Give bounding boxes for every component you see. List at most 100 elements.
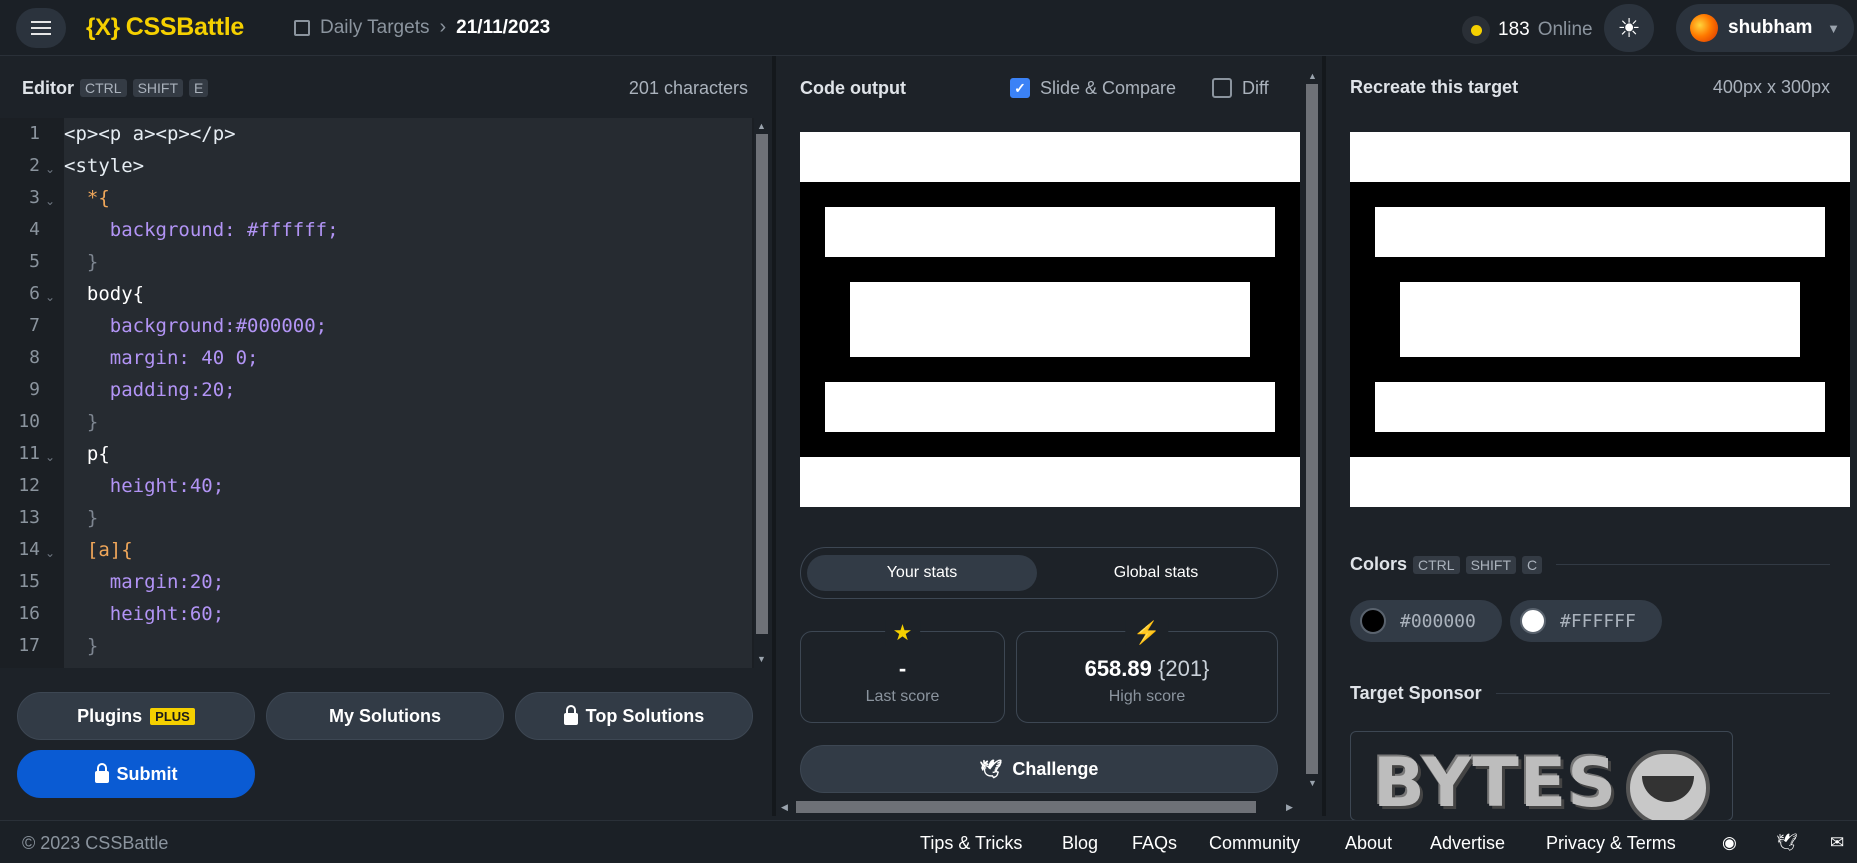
theme-toggle-button[interactable]: ☀ [1604,4,1654,52]
code-line[interactable]: <p><p a><p></p> [64,118,236,150]
footer: © 2023 CSSBattle Tips & Tricks Blog FAQs… [0,820,1857,863]
fold-chevron-icon[interactable]: ⌄ [45,534,55,566]
divider [1556,564,1830,565]
code-line[interactable]: <style> [64,150,144,182]
diff-toggle[interactable]: Diff [1212,78,1269,99]
output-block [800,457,1300,507]
scroll-left-icon[interactable]: ◀ [781,802,788,813]
footer-link-community[interactable]: Community [1209,833,1300,854]
tab-your-stats[interactable]: Your stats [807,555,1037,591]
logo[interactable]: {X} CSSBattle [86,13,244,42]
target-header: Recreate this target 400px x 300px [1350,68,1830,108]
code-line[interactable]: margin:20; [64,566,224,598]
line-number: 16 [18,603,40,624]
scroll-down-icon[interactable]: ▼ [757,654,766,664]
color-dot [1520,608,1546,634]
code-line[interactable]: margin: 40 0; [64,342,259,374]
tab-global-stats[interactable]: Global stats [1041,555,1271,591]
code-line[interactable]: background: #ffffff; [64,214,339,246]
breadcrumb: Daily Targets › 21/11/2023 [294,16,550,39]
shortcut-key: CTRL [1413,555,1460,574]
footer-link-tips[interactable]: Tips & Tricks [920,833,1022,854]
sponsor-title: Target Sponsor [1350,683,1482,703]
scroll-up-icon[interactable]: ▲ [757,121,766,131]
logo-text: CSSBattle [125,13,244,41]
slide-compare-label: Slide & Compare [1040,77,1177,98]
colors-section-header: Colors CTRL SHIFT C [1350,554,1830,575]
output-title: Code output [800,77,906,98]
slide-compare-toggle[interactable]: ✓ Slide & Compare [1010,78,1176,99]
line-number: 17 [18,635,40,656]
hamburger-icon [31,21,51,35]
code-output-canvas[interactable] [800,132,1300,507]
footer-link-faqs[interactable]: FAQs [1132,833,1177,854]
footer-link-advertise[interactable]: Advertise [1430,833,1505,854]
panel-divider[interactable] [1322,56,1326,816]
challenge-button[interactable]: 🕊 Challenge [800,745,1278,793]
discord-icon[interactable]: ◉ [1722,833,1737,853]
code-line[interactable]: background:#000000; [64,310,327,342]
output-horizontal-scrollbar[interactable]: ◀ ▶ [776,798,1300,816]
shortcut-key: SHIFT [132,79,184,97]
code-line[interactable]: p{ [64,438,110,470]
scroll-up-icon[interactable]: ▲ [1308,71,1317,81]
color-swatch-white[interactable]: #FFFFFF [1510,600,1662,642]
code-line[interactable]: height:40; [64,470,224,502]
top-solutions-button[interactable]: Top Solutions [515,692,753,740]
high-score-label: High score [1108,688,1186,705]
output-block [800,132,1300,182]
scrollbar-thumb[interactable] [1306,84,1318,774]
plugins-button[interactable]: Plugins PLUS [17,692,255,740]
code-line[interactable]: height:60; [64,598,224,630]
checkbox-unchecked-icon[interactable] [1212,78,1232,98]
code-line[interactable]: *{ [64,182,110,214]
code-line[interactable]: [a]{ [64,534,133,566]
output-block [825,207,1275,257]
fold-chevron-icon[interactable]: ⌄ [45,438,55,470]
output-vertical-scrollbar[interactable]: ▲ ▼ [1303,68,1321,792]
footer-link-about[interactable]: About [1345,833,1392,854]
online-dot-icon [1462,16,1490,44]
panel-divider[interactable] [772,56,776,816]
line-number: 8 [29,347,40,368]
lightning-icon: ⚡ [1125,620,1169,646]
footer-link-privacy[interactable]: Privacy & Terms [1546,833,1676,854]
code-area[interactable]: <p><p a><p></p> <style> *{ background: #f… [64,118,752,668]
sponsor-banner[interactable]: BYTES [1350,731,1733,821]
shortcut-key: C [1522,555,1543,574]
scrollbar-thumb[interactable] [756,134,768,634]
color-swatch-black[interactable]: #000000 [1350,600,1502,642]
fold-chevron-icon[interactable]: ⌄ [45,182,55,214]
output-block [850,282,1250,357]
submit-button[interactable]: Submit [17,750,255,798]
checkbox-checked-icon[interactable]: ✓ [1010,78,1030,98]
breadcrumb-daily-targets[interactable]: Daily Targets [320,17,429,39]
high-score: 658.89 {201} [1017,656,1277,682]
high-score-chars: {201} [1158,656,1210,681]
scrollbar-thumb[interactable] [796,801,1256,813]
line-number: 14 [18,539,40,560]
my-solutions-button[interactable]: My Solutions [266,692,504,740]
mail-icon[interactable]: ✉ [1830,833,1844,853]
editor-scrollbar[interactable]: ▲ ▼ [754,118,770,668]
code-line[interactable]: } [64,502,98,534]
scroll-down-icon[interactable]: ▼ [1308,778,1317,788]
target-size: 400px x 300px [1712,77,1830,97]
user-menu[interactable]: shubham ▼ [1676,4,1854,52]
code-line[interactable]: } [64,406,98,438]
target-block [1350,457,1850,507]
code-line[interactable]: padding:20; [64,374,236,406]
fold-chevron-icon[interactable]: ⌄ [45,150,55,182]
scroll-right-icon[interactable]: ▶ [1286,802,1293,813]
footer-link-blog[interactable]: Blog [1062,833,1098,854]
fold-chevron-icon[interactable]: ⌄ [45,278,55,310]
code-editor[interactable]: 1 2 ⌄ 3 ⌄ 4 5 6 ⌄ 7 8 9 10 11 ⌄ 12 13 14 ⌄ 15 16 17 <p><p a><… [0,118,770,668]
code-line[interactable]: } [64,630,98,662]
code-line[interactable]: body{ [64,278,144,310]
target-title: Recreate this target [1350,77,1519,97]
menu-button[interactable] [16,8,66,48]
plugins-label: Plugins [77,705,143,726]
code-line[interactable]: } [64,246,98,278]
twitter-icon[interactable]: 🕊 [1776,833,1798,853]
high-score-value: 658.89 [1084,656,1152,681]
